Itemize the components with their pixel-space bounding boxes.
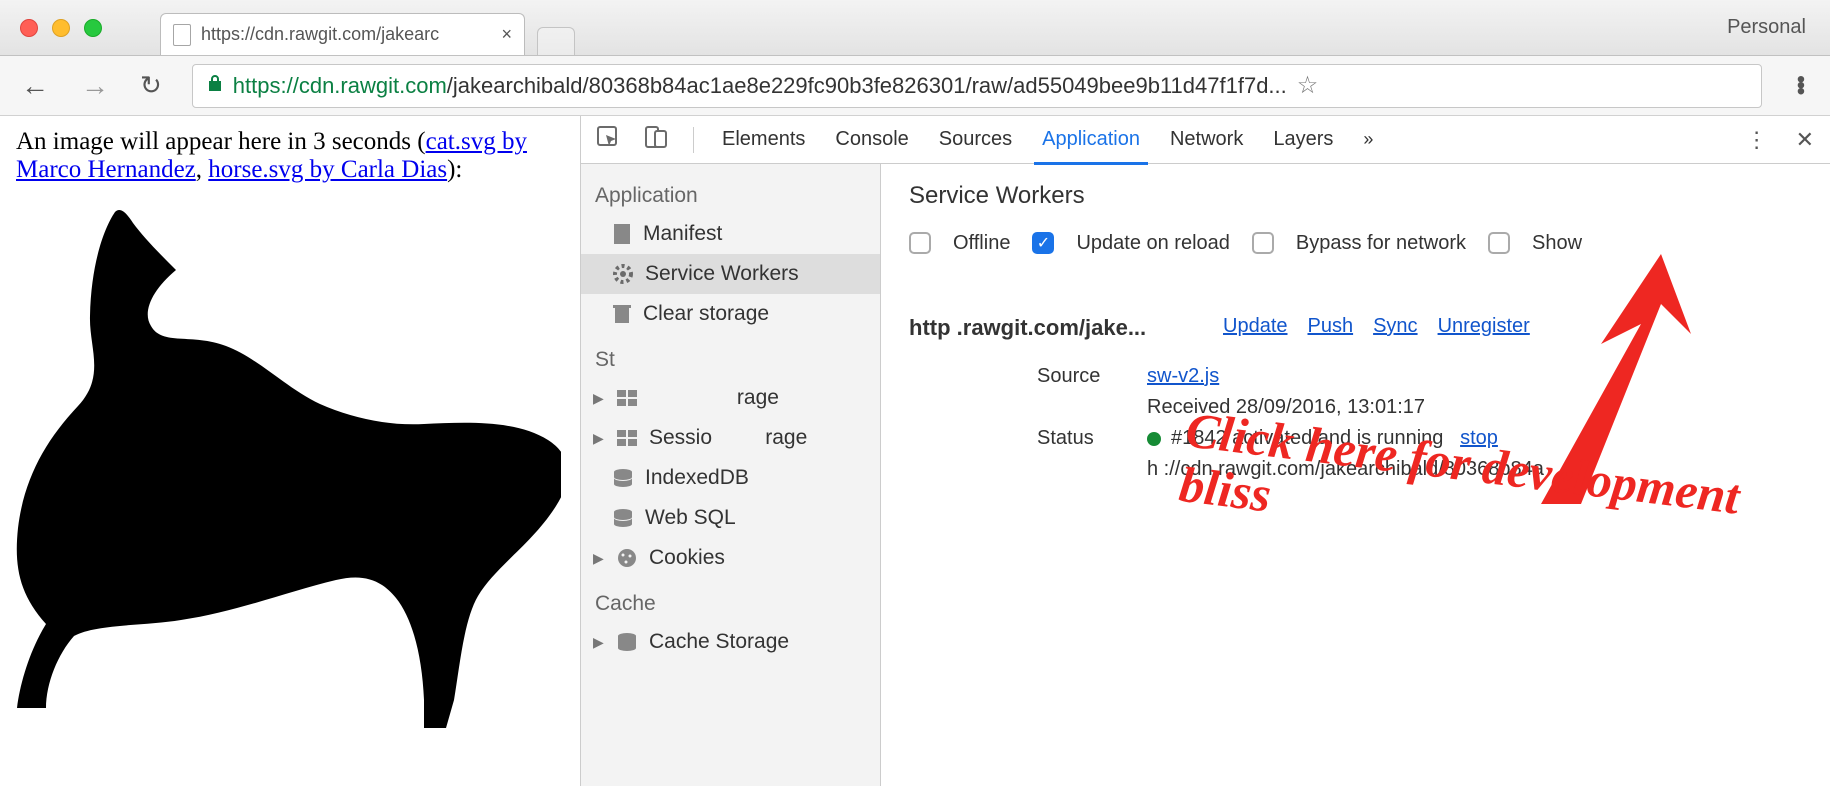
rendered-page: An image will appear here in 3 seconds (… — [0, 116, 580, 786]
devtools-tab-network[interactable]: Network — [1168, 118, 1245, 161]
intro-text: An image will appear here in 3 seconds ( — [16, 128, 426, 155]
document-icon — [173, 24, 191, 46]
table-icon — [617, 430, 637, 446]
sidebar-item-local-storage[interactable]: ▶ Local Strage — [581, 378, 880, 418]
trash-icon — [613, 304, 631, 324]
devtools-tab-sources[interactable]: Sources — [937, 118, 1014, 161]
device-toolbar-icon[interactable] — [645, 126, 667, 154]
page-content-area: An image will appear here in 3 seconds (… — [0, 116, 1830, 786]
close-tab-icon[interactable]: × — [501, 24, 512, 45]
database-icon — [613, 468, 633, 488]
bypass-network-checkbox[interactable] — [1252, 232, 1274, 254]
forward-button[interactable]: → — [80, 72, 110, 100]
devtools-panel: Elements Console Sources Application Net… — [580, 116, 1830, 786]
devtools-tab-elements[interactable]: Elements — [720, 118, 807, 161]
reload-button[interactable]: ↻ — [140, 70, 162, 101]
database-icon — [613, 508, 633, 528]
window-minimize-button[interactable] — [52, 19, 70, 37]
page-intro: An image will appear here in 3 seconds (… — [16, 128, 564, 184]
sw-details: Source sw-v2.js Received 28/09/2016, 13:… — [1037, 365, 1830, 481]
sw-sync-link[interactable]: Sync — [1373, 315, 1417, 338]
sidebar-item-cookies[interactable]: ▶ Cookies — [581, 538, 880, 578]
address-bar[interactable]: https://cdn.rawgit.com/jakearchibald/803… — [192, 64, 1762, 108]
show-all-checkbox[interactable] — [1488, 232, 1510, 254]
traffic-lights — [0, 19, 102, 37]
expand-arrow-icon[interactable]: ▶ — [593, 390, 605, 407]
sidebar-item-manifest[interactable]: Manifest — [581, 214, 880, 254]
sidebar-group-cache: Cache — [581, 578, 880, 622]
window-close-button[interactable] — [20, 19, 38, 37]
lock-icon — [207, 74, 223, 97]
new-tab-button[interactable] — [537, 27, 575, 55]
url-scheme: https — [233, 73, 281, 99]
browser-tab[interactable]: https://cdn.rawgit.com/jakearc × — [160, 13, 525, 55]
show-all-label: Show — [1532, 232, 1582, 255]
devtools-tab-layers[interactable]: Layers — [1271, 118, 1335, 161]
sidebar-item-indexeddb[interactable]: IndexedDB — [581, 458, 880, 498]
sw-options: Offline ✓ Update on reload Bypass for ne… — [909, 232, 1830, 255]
devtools-tab-console[interactable]: Console — [833, 118, 910, 161]
horse-image — [16, 188, 564, 735]
devtools-menu-icon[interactable]: ⋮ — [1746, 127, 1768, 153]
navigation-toolbar: ← → ↻ https://cdn.rawgit.com/jakearchiba… — [0, 56, 1830, 116]
sw-registration-row: http .rawgit.com/jake... Update Push Syn… — [909, 315, 1830, 341]
back-button[interactable]: ← — [20, 72, 50, 100]
expand-arrow-icon[interactable]: ▶ — [593, 634, 605, 651]
sw-push-link[interactable]: Push — [1308, 315, 1354, 338]
browser-window: https://cdn.rawgit.com/jakearc × Persona… — [0, 0, 1830, 786]
update-on-reload-label: Update on reload — [1076, 232, 1229, 255]
window-title-bar: https://cdn.rawgit.com/jakearc × Persona… — [0, 0, 1830, 56]
tab-title: https://cdn.rawgit.com/jakearc — [201, 24, 491, 45]
sw-source-label: Source — [1037, 365, 1127, 388]
bypass-network-label: Bypass for network — [1296, 232, 1466, 255]
sidebar-group-application: Application — [581, 170, 880, 214]
sw-status: #1842 activated and is running stop — [1147, 427, 1830, 450]
sw-update-link[interactable]: Update — [1223, 315, 1288, 338]
update-on-reload-checkbox[interactable]: ✓ — [1032, 232, 1054, 254]
sidebar-item-cache-storage[interactable]: ▶ Cache Storage — [581, 622, 880, 662]
table-icon — [617, 390, 637, 406]
sw-stop-link[interactable]: stop — [1460, 427, 1498, 449]
sw-unregister-link[interactable]: Unregister — [1438, 315, 1530, 338]
chrome-menu-button[interactable]: ••• — [1792, 77, 1810, 95]
sidebar-group-storage: St — [581, 334, 880, 378]
devtools-tab-overflow[interactable]: » — [1361, 119, 1375, 160]
expand-arrow-icon[interactable]: ▶ — [593, 550, 605, 567]
sw-clients-label — [1037, 458, 1127, 481]
offline-checkbox[interactable] — [909, 232, 931, 254]
devtools-tab-application[interactable]: Application — [1040, 118, 1142, 161]
sw-actions: Update Push Sync Unregister — [1223, 315, 1530, 338]
link-horse-svg[interactable]: horse.svg by Carla Dias — [208, 156, 447, 183]
gear-icon — [613, 264, 633, 284]
bookmark-star-icon[interactable]: ☆ — [1297, 71, 1319, 100]
database-icon — [617, 632, 637, 652]
devtools-toolbar: Elements Console Sources Application Net… — [581, 116, 1830, 164]
document-icon — [613, 223, 631, 245]
sidebar-item-session-storage[interactable]: ▶ Sessio rage — [581, 418, 880, 458]
cookie-icon — [617, 548, 637, 568]
service-workers-panel: Service Workers Offline ✓ Update on relo… — [881, 164, 1830, 786]
inspect-element-icon[interactable] — [597, 126, 619, 154]
offline-label: Offline — [953, 232, 1010, 255]
sidebar-item-service-workers[interactable]: Service Workers — [581, 254, 880, 294]
profile-label[interactable]: Personal — [1727, 16, 1830, 39]
expand-arrow-icon[interactable]: ▶ — [593, 430, 605, 447]
url-host: ://cdn.rawgit.com — [281, 73, 447, 99]
application-sidebar: Application Manifest Service Workers Cle… — [581, 164, 881, 786]
url-path: /jakearchibald/80368b84ac1ae8e229fc90b3f… — [447, 73, 1287, 99]
sw-clients: h ://cdn.rawgit.com/jakearchibald/80368b… — [1147, 458, 1830, 481]
sw-source-link[interactable]: sw-v2.js — [1147, 365, 1219, 387]
panel-title: Service Workers — [909, 182, 1830, 210]
sw-received: Received 28/09/2016, 13:01:17 — [1147, 396, 1830, 419]
sidebar-item-clear-storage[interactable]: Clear storage — [581, 294, 880, 334]
status-running-icon — [1147, 432, 1161, 446]
devtools-close-icon[interactable]: ✕ — [1796, 127, 1814, 153]
window-maximize-button[interactable] — [84, 19, 102, 37]
sidebar-item-websql[interactable]: Web SQL — [581, 498, 880, 538]
devtools-body: Application Manifest Service Workers Cle… — [581, 164, 1830, 786]
sw-origin: http .rawgit.com/jake... — [909, 315, 1199, 341]
sw-status-label: Status — [1037, 427, 1127, 450]
